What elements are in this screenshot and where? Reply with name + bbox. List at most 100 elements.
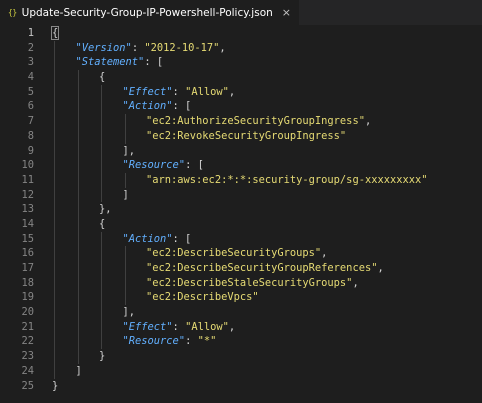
tab-bar: {} Update-Security-Group-IP-Powershell-P… [0,0,482,26]
code-line[interactable]: 17 "ec2:DescribeSecurityGroupReferences", [0,261,482,276]
indent-guide [54,143,55,159]
code-text: } [52,379,58,394]
code-text: "Resource": "*" [123,334,217,349]
code-line[interactable]: 24] [0,363,482,379]
code-text: "ec2:DescribeStaleSecurityGroups", [146,276,359,291]
indent-guide [77,172,79,188]
code-line[interactable]: 19 "ec2:DescribeVpcs" [0,290,482,306]
json-punctuation: : [ [172,100,192,113]
json-key: "Effect" [122,85,173,98]
code-line[interactable]: 21 "Effect": "Allow", [0,319,482,335]
line-number: 21 [21,320,34,333]
code-line[interactable]: 16 "ec2:DescribeSecurityGroups", [0,246,482,261]
json-string: "ec2:DescribeStaleSecurityGroups" [146,276,353,289]
indent-guide [54,187,55,203]
indent-guide [54,319,55,335]
json-string: "Allow" [185,85,229,98]
json-punctuation: } [99,350,106,363]
code-line[interactable]: 14 { [0,216,482,232]
code-line[interactable]: 5 "Effect": "Allow", [0,84,482,100]
indent-guide [101,114,102,129]
code-line[interactable]: 22 "Resource": "*" [0,334,482,350]
code-editor[interactable]: 1{2 "Version": "2012-10-17", 3 "Statement":… [0,26,482,403]
json-string: "ec2:AuthorizeSecurityGroupIngress" [146,115,365,128]
code-line[interactable]: 3 "Statement": [ [0,55,482,71]
indent-guide [124,114,126,129]
indent-guide [101,334,102,350]
indent-guide [54,246,55,261]
indent-guide [124,128,126,144]
json-string: "ec2:RevokeSecurityGroupIngress" [146,129,347,142]
json-punctuation: { [99,71,106,84]
indent-guide [54,231,55,247]
code-line[interactable]: 8 "ec2:RevokeSecurityGroupIngress" [0,128,482,144]
indent-guide [77,305,79,320]
indent-guide [101,261,102,276]
json-key: "Effect" [122,320,173,333]
json-punctuation: ], [122,144,136,157]
code-line[interactable]: 11 "arn:aws:ec2:*:*:security-group/sg-xxx… [0,172,482,188]
code-line[interactable]: 10 "Resource": [ [0,158,482,173]
json-key: "Resource" [122,159,186,172]
indent-guide [101,172,102,188]
indent-guide [124,275,126,291]
json-key: "Statement" [75,56,145,69]
close-icon[interactable]: × [282,6,291,19]
json-punctuation: : [172,85,186,98]
indent-guide [101,290,102,306]
code-text: "Resource": [ [123,158,204,173]
indent-guide [77,128,79,144]
code-text: "Effect": "Allow", [123,320,236,335]
json-string: "2012-10-17" [144,41,220,54]
code-line[interactable]: 7 "ec2:AuthorizeSecurityGroupIngress", [0,114,482,129]
indent-guide [54,84,55,100]
line-number: 11 [21,173,34,186]
code-line[interactable]: 9], [0,143,482,159]
json-string: "Allow" [185,320,229,333]
json-key: "Action" [122,232,173,245]
code-line[interactable]: 2 "Version": "2012-10-17", [0,40,482,56]
code-line[interactable]: 6 "Action": [ [0,99,482,115]
line-number: 9 [27,144,34,157]
code-line[interactable]: 18 "ec2:DescribeStaleSecurityGroups", [0,275,482,291]
code-line[interactable]: 20], [0,305,482,320]
indent-guide [77,290,79,306]
code-text: ] [76,364,82,379]
code-line[interactable]: 4{ [0,70,482,85]
code-line[interactable]: 25} [0,379,482,394]
indent-guide [54,363,55,379]
json-punctuation: , [219,41,226,54]
indent-guide [124,246,126,261]
code-line[interactable]: 13}, [0,202,482,217]
code-text: "ec2:DescribeSecurityGroupReferences", [146,261,384,276]
indent-guide [77,70,79,85]
code-line[interactable]: 1{ [0,26,482,41]
line-number: 20 [21,306,34,319]
json-punctuation: : [ [185,159,204,172]
line-number: 13 [21,203,34,216]
indent-guide [77,349,79,364]
code-text: ], [123,144,136,159]
line-number: 14 [21,217,34,230]
json-key: "Resource" [122,335,186,348]
json-punctuation: : [ [144,56,164,69]
code-line[interactable]: 15 "Action": [ [0,231,482,247]
code-text: "Action": [ [123,232,192,247]
code-line[interactable]: 23} [0,349,482,364]
indent-guide [54,305,55,320]
indent-guide [54,290,55,306]
indent-guide [54,261,55,276]
tab-policy-json[interactable]: {} Update-Security-Group-IP-Powershell-P… [0,0,299,25]
code-text: "Action": [ [123,99,192,114]
indent-guide [77,261,79,276]
code-text: { [99,70,105,85]
line-number: 17 [21,262,34,274]
line-number: 10 [21,159,34,172]
code-text: "ec2:DescribeVpcs" [146,290,259,305]
indent-guide [101,305,102,320]
code-line[interactable]: 12] [0,187,482,203]
indent-guide [77,187,79,203]
line-number: 25 [21,379,34,392]
code-text: "ec2:AuthorizeSecurityGroupIngress", [146,114,371,129]
json-string: "arn:aws:ec2:*:*:security-group/sg-xxxxx… [146,173,428,186]
